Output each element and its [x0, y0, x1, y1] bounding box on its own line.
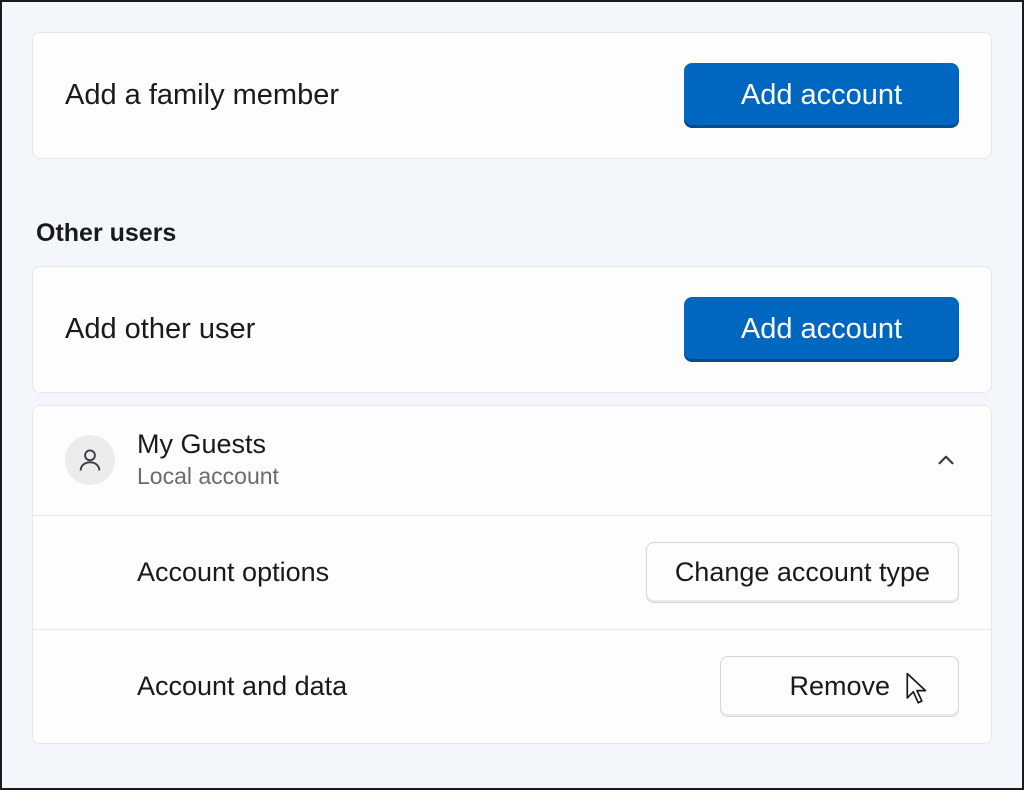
account-and-data-row: Account and data Remove: [33, 630, 991, 743]
user-account-type: Local account: [137, 460, 933, 492]
change-account-type-button[interactable]: Change account type: [646, 542, 959, 603]
add-other-account-button[interactable]: Add account: [684, 297, 959, 362]
add-family-account-button[interactable]: Add account: [684, 63, 959, 128]
account-options-label: Account options: [137, 557, 329, 588]
add-family-member-card: Add a family member Add account: [32, 32, 992, 159]
user-avatar-icon: [65, 435, 115, 485]
add-family-member-label: Add a family member: [65, 79, 339, 112]
user-name: My Guests: [137, 428, 933, 460]
user-account-header[interactable]: My Guests Local account: [33, 406, 991, 516]
account-and-data-label: Account and data: [137, 671, 347, 702]
user-info: My Guests Local account: [137, 428, 933, 493]
account-options-row: Account options Change account type: [33, 516, 991, 630]
remove-account-button[interactable]: Remove: [720, 656, 959, 717]
add-other-user-label: Add other user: [65, 313, 255, 346]
add-other-user-card: Add other user Add account: [32, 266, 992, 393]
user-account-card: My Guests Local account Account options …: [32, 405, 992, 744]
chevron-up-icon: [933, 447, 959, 473]
other-users-heading: Other users: [36, 219, 992, 248]
